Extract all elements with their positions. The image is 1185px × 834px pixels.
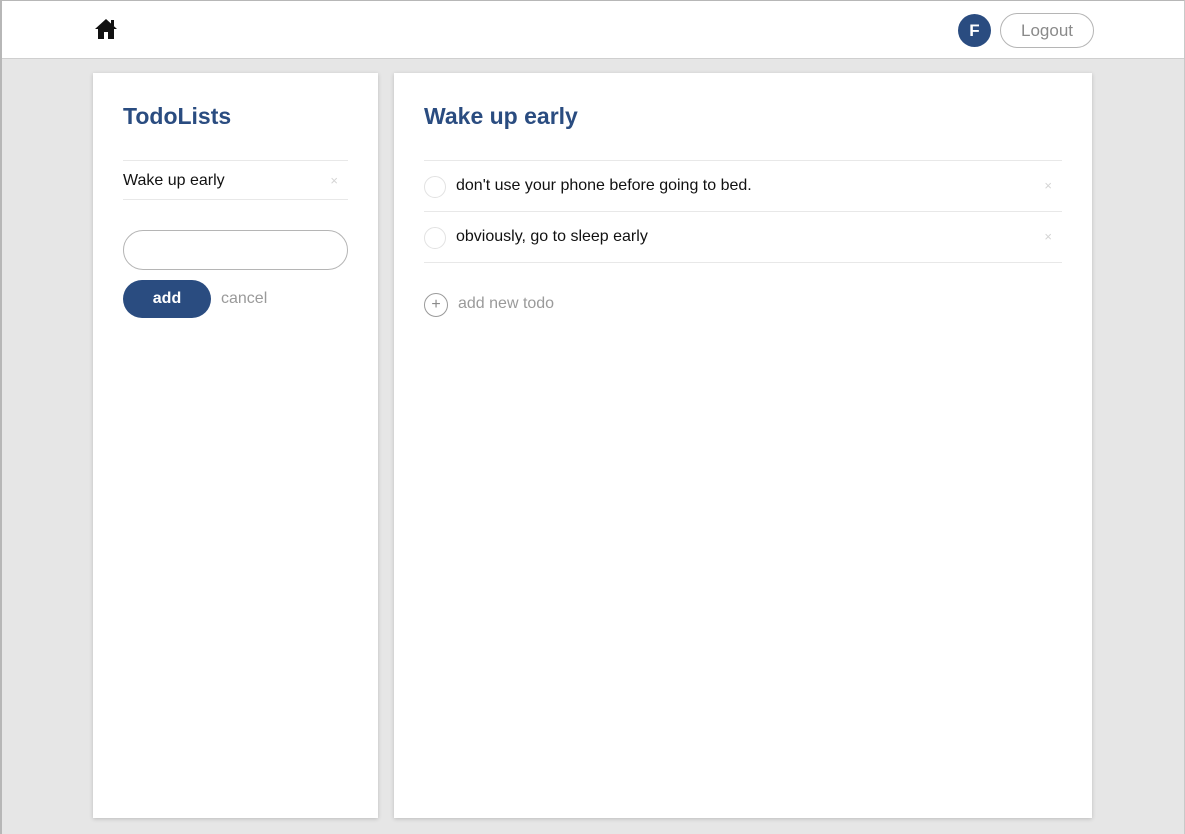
- list-title: Wake up early: [424, 103, 578, 129]
- todo-list: don't use your phone before going to bed…: [424, 160, 1062, 263]
- plus-circle-icon: +: [424, 293, 448, 317]
- new-list-input[interactable]: [123, 230, 348, 270]
- todo-text[interactable]: don't use your phone before going to bed…: [456, 177, 752, 195]
- list-item-label: Wake up early: [123, 172, 225, 189]
- add-todo-label: add new todo: [458, 295, 555, 312]
- delete-todo-icon[interactable]: ×: [1044, 178, 1052, 193]
- delete-todo-icon[interactable]: ×: [1044, 229, 1052, 244]
- add-list-button[interactable]: add: [123, 280, 211, 318]
- logout-button[interactable]: Logout: [1000, 13, 1094, 48]
- todo-detail-panel: Wake up early don't use your phone befor…: [394, 73, 1092, 818]
- todo-text[interactable]: obviously, go to sleep early: [456, 228, 648, 246]
- todo-checkbox[interactable]: [424, 176, 446, 198]
- todo-checkbox[interactable]: [424, 227, 446, 249]
- home-icon[interactable]: [94, 18, 118, 40]
- sidebar-title: TodoLists: [123, 103, 232, 129]
- todo-item: obviously, go to sleep early ×: [424, 212, 1062, 263]
- todo-item: don't use your phone before going to bed…: [424, 161, 1062, 212]
- avatar[interactable]: F: [958, 14, 991, 47]
- cancel-button[interactable]: cancel: [221, 290, 267, 308]
- top-navbar: F Logout: [2, 1, 1184, 59]
- list-item[interactable]: Wake up early ×: [123, 160, 348, 200]
- todolists-sidebar: TodoLists Wake up early × add cancel: [93, 73, 378, 818]
- delete-list-icon[interactable]: ×: [330, 173, 338, 188]
